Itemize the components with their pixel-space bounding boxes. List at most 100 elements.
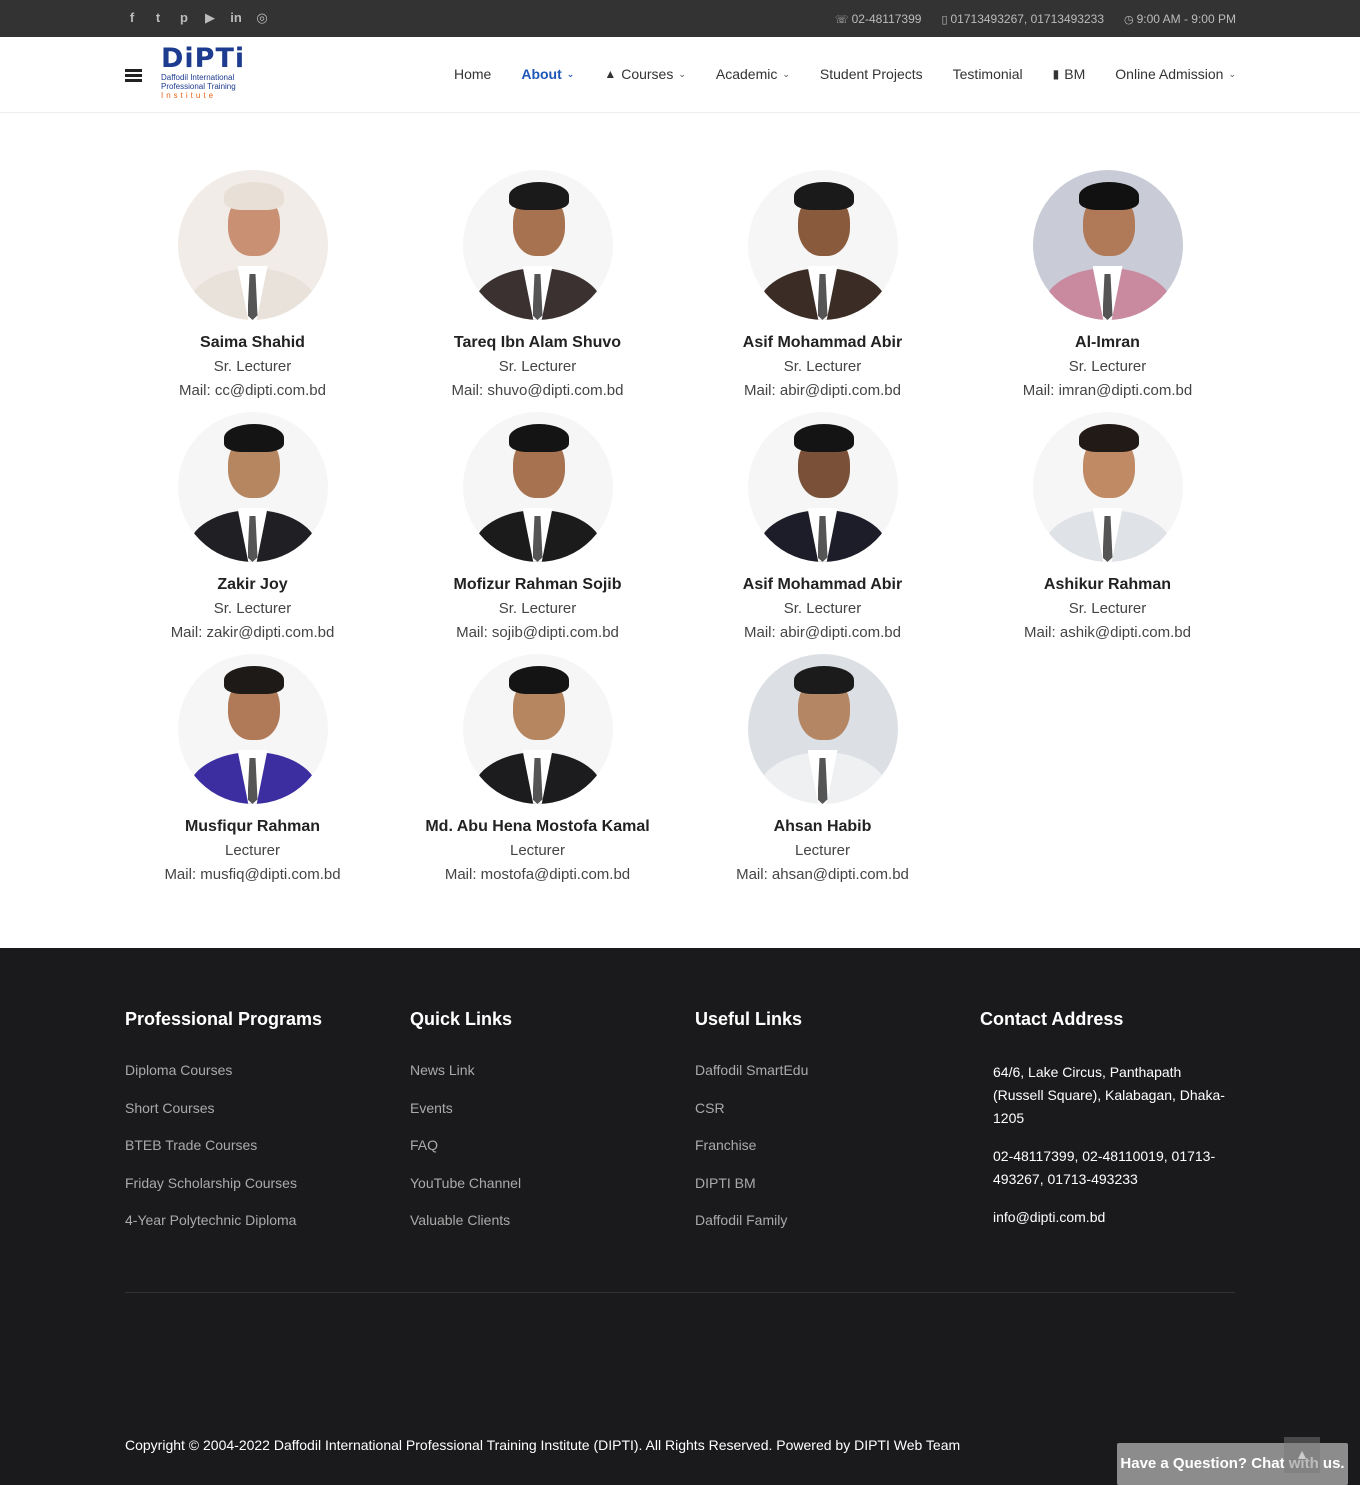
logo-line2: Professional Training: [161, 82, 236, 91]
top-phone: 02-48117399: [851, 12, 922, 26]
faculty-photo: [1032, 412, 1183, 562]
footer-quick-title: Quick Links: [410, 1009, 513, 1029]
chevron-up-icon: ▲: [1295, 1446, 1309, 1462]
twitter-icon[interactable]: t: [151, 10, 165, 26]
nav-label: About: [521, 66, 562, 82]
faculty-mail[interactable]: Mail: shuvo@dipti.com.bd: [395, 382, 680, 400]
faculty-name: Tareq Ibn Alam Shuvo: [453, 334, 622, 351]
faculty-role: Sr. Lecturer: [213, 358, 292, 375]
menu-icon[interactable]: [125, 69, 142, 82]
faculty-name: Al-Imran: [1075, 334, 1140, 351]
footer-link[interactable]: Franchise: [695, 1136, 965, 1154]
faculty-card: Zakir Joy Sr. Lecturer Mail: zakir@dipti.c…: [110, 412, 395, 642]
faculty-card: Ashikur Rahman Sr. Lecturer Mail: ashik@di…: [965, 412, 1250, 642]
nav-item-bm[interactable]: ▮ BM: [1053, 66, 1086, 82]
faculty-mail[interactable]: Mail: ashik@dipti.com.bd: [965, 624, 1250, 642]
main-nav: Home About ⌄ ▲ Courses ⌄ Academic ⌄ Student Proj…: [454, 66, 1236, 82]
faculty-card: Ahsan Habib Lecturer Mail: ahsan@dipti.com…: [680, 654, 965, 884]
nav-item-testimonial[interactable]: Testimonial: [953, 66, 1023, 82]
nav-item-home[interactable]: Home: [454, 66, 491, 82]
footer-link[interactable]: Short Courses: [125, 1099, 395, 1117]
footer-link[interactable]: Valuable Clients: [410, 1211, 680, 1229]
nav-label: Home: [453, 66, 492, 82]
nav-label: Online Admission: [1115, 66, 1224, 82]
social-links: f t p ▶ in ◎: [125, 10, 269, 26]
instagram-icon[interactable]: ◎: [255, 10, 269, 26]
logo-brand: DiPTi: [161, 43, 246, 74]
nav-item-courses[interactable]: ▲ Courses ⌄: [604, 66, 686, 82]
footer-useful-title: Useful Links: [695, 1009, 803, 1029]
nav-item-about[interactable]: About ⌄: [521, 66, 574, 82]
chevron-down-icon: ⌄: [678, 68, 686, 79]
faculty-role: Sr. Lecturer: [1068, 358, 1147, 375]
faculty-card: Asif Mohammad Abir Sr. Lecturer Mail: abir…: [680, 412, 965, 642]
footer-link[interactable]: Diploma Courses: [125, 1061, 395, 1079]
pinterest-icon[interactable]: p: [177, 10, 191, 26]
back-to-top-button[interactable]: ▲: [1284, 1437, 1320, 1473]
faculty-photo: [462, 412, 613, 562]
faculty-mail[interactable]: Mail: zakir@dipti.com.bd: [110, 624, 395, 642]
nav-item-online-admission[interactable]: Online Admission ⌄: [1115, 66, 1236, 82]
faculty-mail[interactable]: Mail: musfiq@dipti.com.bd: [110, 866, 395, 884]
faculty-mail[interactable]: Mail: mostofa@dipti.com.bd: [395, 866, 680, 884]
nav-label: BM: [1064, 66, 1086, 82]
faculty-mail[interactable]: Mail: imran@dipti.com.bd: [965, 382, 1250, 400]
facebook-icon[interactable]: f: [125, 10, 139, 26]
faculty-mail[interactable]: Mail: cc@dipti.com.bd: [110, 382, 395, 400]
nav-label: Testimonial: [952, 66, 1023, 82]
footer-link[interactable]: News Link: [410, 1061, 680, 1079]
faculty-mail[interactable]: Mail: ahsan@dipti.com.bd: [680, 866, 965, 884]
faculty-role: Sr. Lecturer: [1068, 600, 1147, 617]
faculty-name: Saima Shahid: [200, 334, 305, 351]
faculty-photo: [177, 654, 328, 804]
contact-info: ☏ 02-48117399 ▯ 01713493267, 01713493233 ◷…: [835, 12, 1236, 26]
logo-line3: Institute: [161, 91, 217, 100]
footer-link[interactable]: Daffodil SmartEdu: [695, 1061, 965, 1079]
faculty-mail[interactable]: Mail: abir@dipti.com.bd: [680, 624, 965, 642]
phone-icon: ☏: [834, 13, 849, 26]
faculty-name: Ahsan Habib: [773, 818, 872, 835]
footer-link[interactable]: FAQ: [410, 1136, 680, 1154]
top-mobile: 01713493267, 01713493233: [950, 12, 1105, 26]
faculty-card: Md. Abu Hena Mostofa Kamal Lecturer Mail: …: [395, 654, 680, 884]
footer-link[interactable]: DIPTI BM: [695, 1174, 965, 1192]
logo-line1: Daffodil International: [161, 73, 235, 82]
footer-contact-title: Contact Address: [980, 1009, 1124, 1029]
linkedin-icon[interactable]: in: [229, 10, 243, 26]
faculty-name: Md. Abu Hena Mostofa Kamal: [425, 818, 650, 835]
footer-link[interactable]: Daffodil Family: [695, 1211, 965, 1229]
faculty-name: Asif Mohammad Abir: [742, 334, 903, 351]
site-header: DiPTi Daffodil International Professiona…: [0, 37, 1360, 113]
contact-phones: 02-48117399, 02-48110019, 01713-493267, …: [993, 1148, 1216, 1187]
faculty-photo: [1032, 170, 1183, 320]
faculty-mail[interactable]: Mail: abir@dipti.com.bd: [680, 382, 965, 400]
footer-link[interactable]: 4-Year Polytechnic Diploma: [125, 1211, 395, 1229]
footer-link[interactable]: Events: [410, 1099, 680, 1117]
nav-label: Courses: [621, 66, 674, 82]
footer-divider: [125, 1292, 1235, 1293]
footer-contact: Contact Address 64/6, Lake Circus, Panth…: [980, 1008, 1235, 1244]
faculty-photo: [747, 412, 898, 562]
footer-link[interactable]: YouTube Channel: [410, 1174, 680, 1192]
faculty-name: Mofizur Rahman Sojib: [453, 576, 622, 593]
logo[interactable]: DiPTi Daffodil International Professiona…: [161, 43, 246, 105]
footer-link[interactable]: Friday Scholarship Courses: [125, 1174, 395, 1192]
faculty-role: Lecturer: [794, 842, 851, 859]
footer-quick-links: Quick Links News Link Events FAQ YouTube…: [410, 1008, 680, 1249]
faculty-card: Asif Mohammad Abir Sr. Lecturer Mail: abir…: [680, 170, 965, 400]
nav-item-student-projects[interactable]: Student Projects: [820, 66, 923, 82]
faculty-photo: [747, 170, 898, 320]
faculty-role: Lecturer: [224, 842, 281, 859]
faculty-mail[interactable]: Mail: sojib@dipti.com.bd: [395, 624, 680, 642]
faculty-name: Asif Mohammad Abir: [742, 576, 903, 593]
youtube-icon[interactable]: ▶: [203, 10, 217, 26]
footer-link[interactable]: BTEB Trade Courses: [125, 1136, 395, 1154]
chevron-down-icon: ⌄: [1228, 68, 1236, 79]
footer-link[interactable]: CSR: [695, 1099, 965, 1117]
contact-email[interactable]: info@dipti.com.bd: [980, 1206, 1235, 1229]
faculty-photo: [177, 412, 328, 562]
nav-item-academic[interactable]: Academic ⌄: [716, 66, 790, 82]
footer-programs: Professional Programs Diploma Courses Sh…: [125, 1008, 395, 1249]
chevron-down-icon: ⌄: [566, 68, 575, 79]
mobile-icon: ▯: [941, 13, 948, 26]
